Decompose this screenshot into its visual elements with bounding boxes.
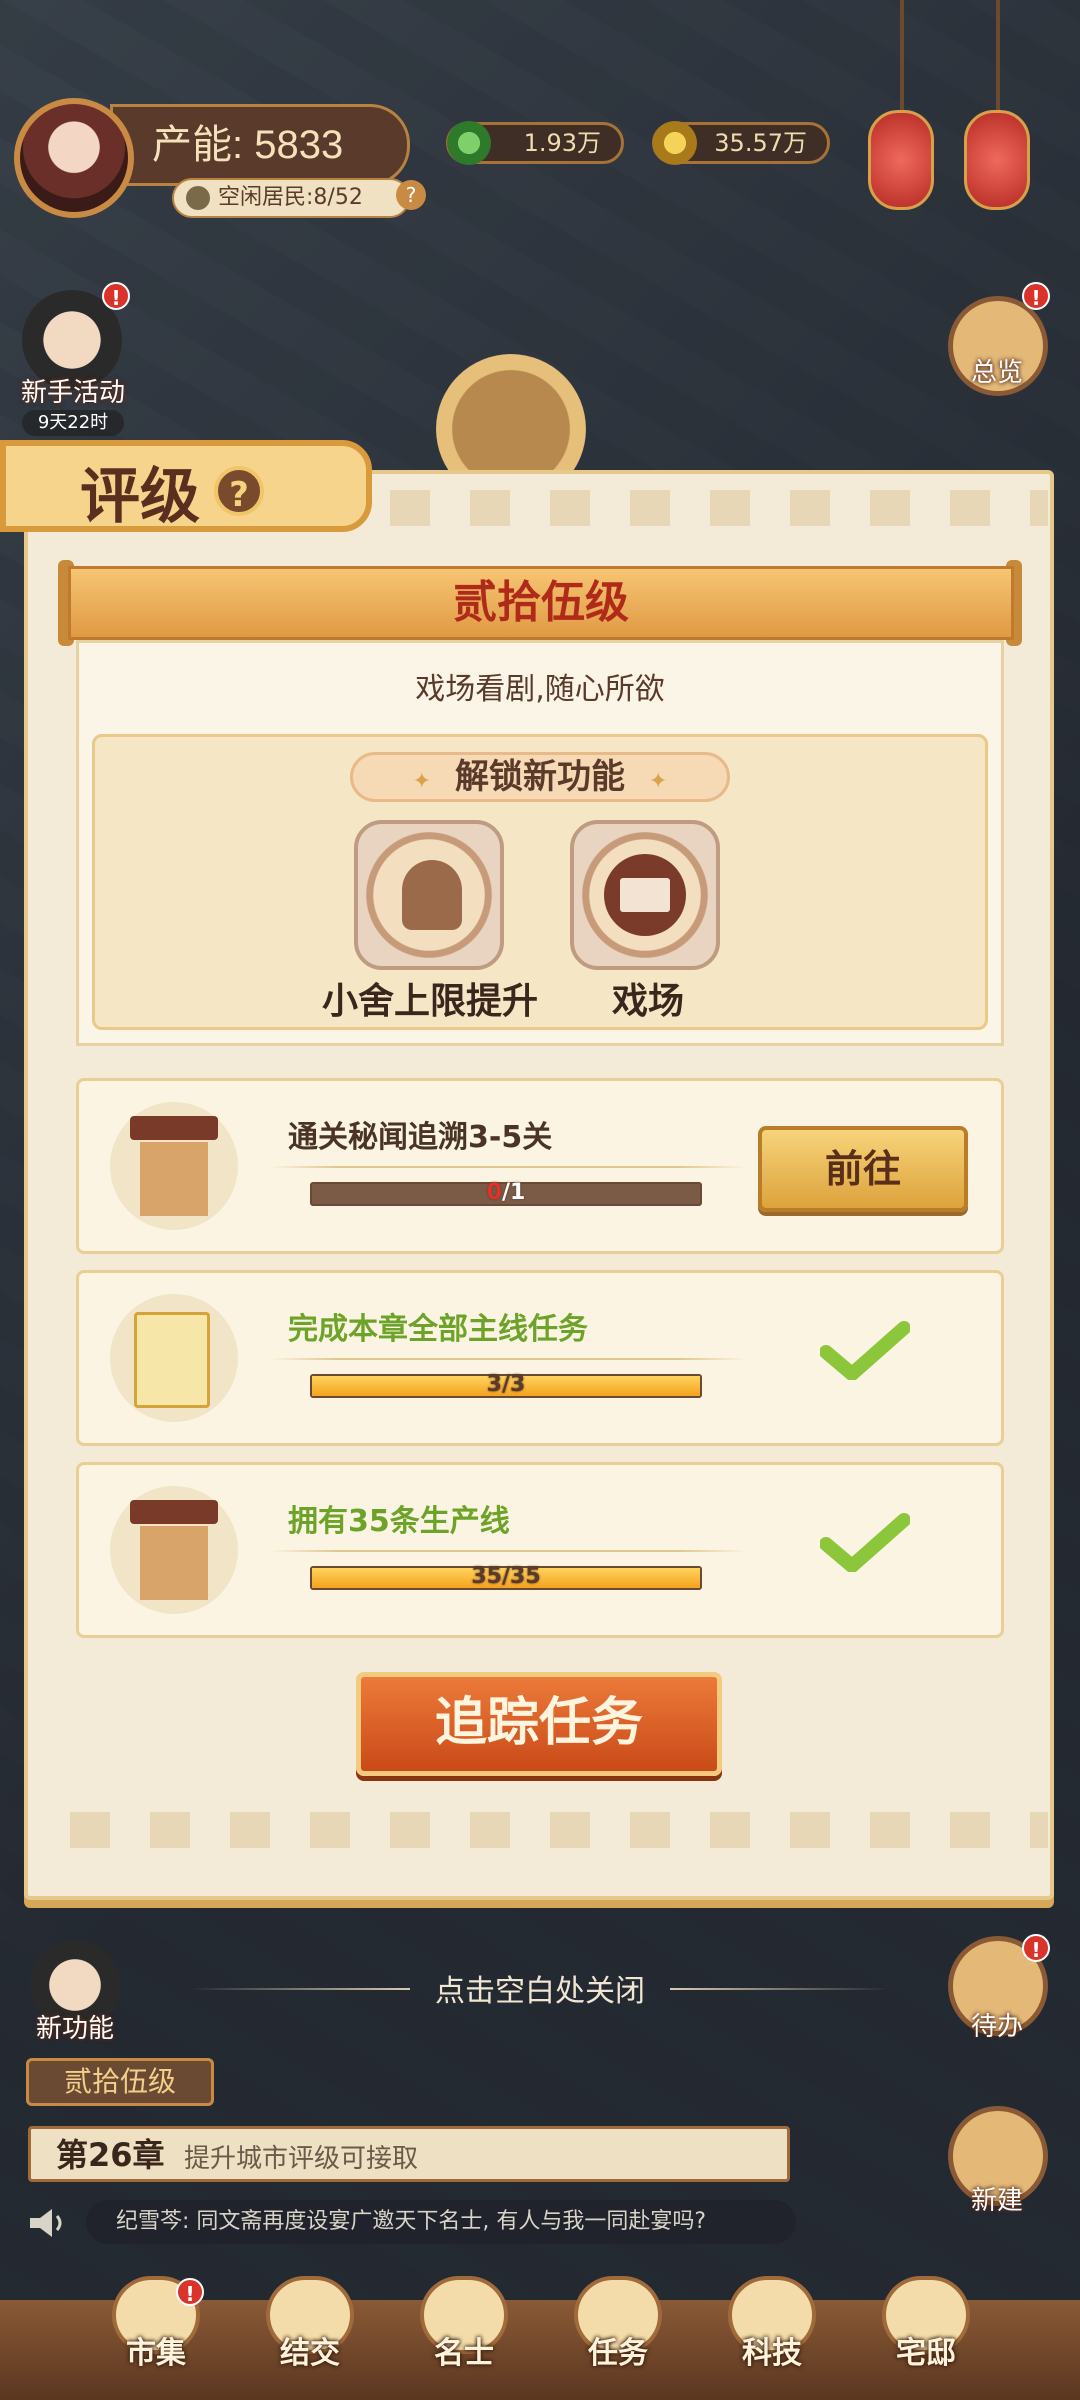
sparkle-icon: ✦ (649, 769, 668, 794)
green-currency-value: 1.93万 (523, 129, 601, 157)
task-title: 完成本章全部主线任务 (288, 1312, 588, 1347)
level-subtitle: 戏场看剧,随心所欲 (415, 672, 665, 707)
feature-label: 小舍上限提升 (321, 981, 538, 1022)
task-title: 拥有35条生产线 (288, 1504, 510, 1539)
sparkle-icon: ✦ (412, 769, 431, 794)
panel-border-pattern (30, 1812, 1048, 1848)
chapter-text: 提升城市评级可接取 (184, 2144, 419, 2174)
task-progress: 0/1 (310, 1180, 702, 1206)
progress-current: 0 (486, 1180, 502, 1205)
lantern-settings-icon[interactable] (868, 110, 934, 210)
worker-icon[interactable] (354, 820, 504, 970)
lantern-string (900, 0, 904, 110)
checkmark-icon (820, 1321, 910, 1380)
event-timer: 9天22时 (22, 410, 124, 436)
nav-mansion[interactable]: 宅邸 (866, 2276, 986, 2372)
level-pill: 贰拾伍级 (26, 2058, 214, 2106)
idle-residents-text: 空闲居民:8/52 (218, 185, 363, 210)
go-button[interactable]: 前往 (758, 1126, 968, 1212)
envelope-icon[interactable] (570, 820, 720, 970)
todo-label: 待办 (970, 2012, 1023, 2042)
track-task-button[interactable]: 追踪任务 (356, 1672, 722, 1776)
nav-label: 任务 (588, 2336, 648, 2371)
nav-tech[interactable]: 科技 (712, 2276, 832, 2372)
help-icon[interactable]: ? (396, 180, 426, 210)
nav-label: 结交 (280, 2336, 340, 2371)
progress-current: 3 (486, 1372, 502, 1397)
task-progress: 35/35 (310, 1564, 702, 1590)
rating-help-icon[interactable]: ? (214, 466, 264, 516)
feature-label: 戏场 (611, 981, 684, 1022)
nav-scholars[interactable]: 名士 (404, 2276, 524, 2372)
chat-ticker[interactable]: 纪雪芩: 同文斋再度设宴广邀天下名士, 有人与我一同赴宴吗? (86, 2200, 796, 2244)
lantern-collapse-icon[interactable] (964, 110, 1030, 210)
progress-text: 3/3 (486, 1372, 526, 1397)
todo-badge: ! (1022, 1934, 1050, 1962)
jade-coin-icon (447, 121, 491, 165)
nav-tasks[interactable]: 任务 (558, 2276, 678, 2372)
overview-label: 总览 (970, 358, 1023, 388)
divider (268, 1358, 748, 1360)
gold-currency[interactable]: 35.57万 (652, 121, 830, 165)
task-progress: 3/3 (310, 1372, 702, 1398)
progress-total: 3 (510, 1372, 526, 1397)
new-feature-label: 新功能 (35, 2014, 114, 2044)
divider (268, 1166, 748, 1168)
close-hint[interactable]: 点击空白处关闭 (0, 1966, 1080, 2010)
nav-label: 市集 (126, 2336, 186, 2371)
overview-badge: ! (1022, 282, 1050, 310)
nav-friends[interactable]: 结交 (250, 2276, 370, 2372)
pavilion-icon (110, 1486, 238, 1614)
gold-coin-icon (653, 121, 697, 165)
nav-label: 名士 (434, 2336, 494, 2371)
progress-current: 35 (471, 1564, 502, 1589)
checkmark-icon (820, 1513, 910, 1572)
pavilion-icon (110, 1102, 238, 1230)
task-title: 通关秘闻追溯3-5关 (288, 1120, 553, 1155)
nav-label: 科技 (742, 2336, 802, 2371)
chapter-number: 第26章 (56, 2136, 165, 2174)
green-currency[interactable]: 1.93万 (446, 121, 624, 165)
rating-tab-title: 评级 (80, 462, 200, 532)
unlock-label: ✦ 解锁新功能 ✦ (350, 752, 730, 802)
build-label: 新建 (970, 2186, 1023, 2216)
new-event-label: 新手活动 (20, 378, 125, 408)
resident-icon (186, 186, 210, 210)
document-icon (110, 1294, 238, 1422)
speaker-icon[interactable] (26, 2206, 70, 2240)
capacity-text: 产能: 5833 (152, 123, 344, 167)
idle-residents: 空闲居民:8/52 (172, 178, 410, 218)
event-badge: ! (102, 282, 130, 310)
divider (268, 1550, 748, 1552)
progress-total: 1 (510, 1180, 526, 1205)
progress-text: 35/35 (471, 1564, 541, 1589)
gold-currency-value: 35.57万 (714, 129, 807, 157)
level-title: 贰拾伍级 (68, 566, 1014, 640)
progress-total: 35 (510, 1564, 541, 1589)
unlock-label-text: 解锁新功能 (455, 757, 625, 797)
nav-label: 宅邸 (896, 2336, 956, 2371)
lantern-string (996, 0, 1000, 110)
player-avatar[interactable] (14, 98, 134, 218)
market-badge: ! (176, 2278, 204, 2306)
progress-text: 0/1 (486, 1180, 526, 1205)
